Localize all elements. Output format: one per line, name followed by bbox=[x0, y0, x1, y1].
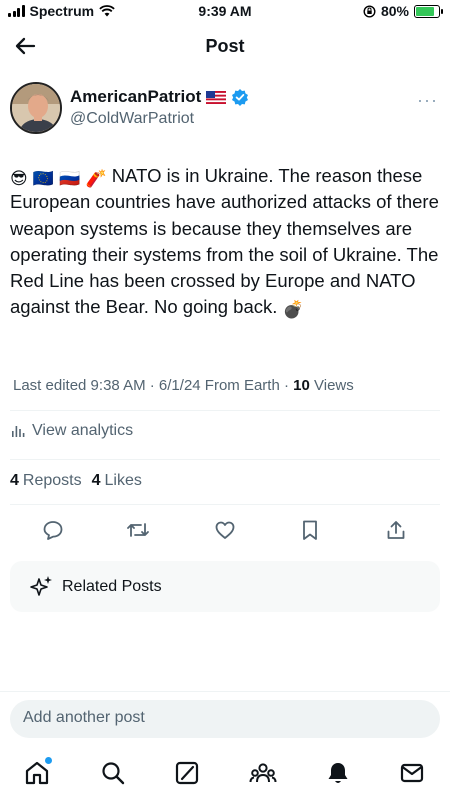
eu-flag-emoji: 🇪🇺 bbox=[32, 169, 55, 188]
russia-flag-emoji: 🇷🇺 bbox=[59, 169, 81, 188]
related-posts-label: Related Posts bbox=[62, 578, 162, 595]
tab-grok[interactable] bbox=[172, 758, 202, 788]
repost-button[interactable] bbox=[123, 515, 153, 545]
likes-count: 4 bbox=[91, 472, 101, 489]
bomb-emoji: 💣 bbox=[282, 300, 304, 320]
action-bar bbox=[0, 515, 450, 545]
display-name[interactable]: AmericanPatriot bbox=[70, 87, 201, 107]
tab-search[interactable] bbox=[98, 758, 128, 788]
likes-label: Likes bbox=[104, 472, 142, 489]
reply-icon bbox=[43, 521, 63, 540]
grok-icon bbox=[175, 761, 199, 785]
tab-messages[interactable] bbox=[397, 758, 427, 788]
reposts-label: Reposts bbox=[22, 472, 82, 489]
divider bbox=[0, 691, 450, 692]
name-row: AmericanPatriot bbox=[70, 87, 249, 107]
post-stats: 4 Reposts 4 Likes bbox=[10, 472, 142, 490]
avatar[interactable] bbox=[10, 82, 62, 134]
reply-button[interactable] bbox=[38, 515, 68, 545]
share-button[interactable] bbox=[381, 515, 411, 545]
us-flag-icon bbox=[206, 90, 227, 104]
avatar-image bbox=[12, 84, 60, 132]
bottom-tab-bar bbox=[0, 755, 450, 795]
divider bbox=[10, 504, 440, 505]
sparkle-icon bbox=[30, 576, 52, 596]
messages-icon bbox=[400, 763, 424, 783]
firecracker-emoji: 🧨 bbox=[85, 169, 107, 188]
sunglasses-emoji: 😎 bbox=[10, 169, 28, 188]
post-author: AmericanPatriot @ColdWarPatriot ··· bbox=[10, 82, 440, 138]
like-icon bbox=[215, 521, 235, 539]
related-posts-button[interactable]: Related Posts bbox=[10, 561, 440, 612]
battery-fill bbox=[416, 6, 434, 16]
share-icon bbox=[387, 521, 405, 539]
status-bar: Spectrum 9:39 AM 80% bbox=[0, 0, 450, 24]
reposts-stat[interactable]: 4 Reposts bbox=[10, 472, 82, 490]
add-another-post-input[interactable]: Add another post bbox=[10, 700, 440, 738]
view-analytics-button[interactable]: View analytics bbox=[11, 422, 133, 440]
bookmark-icon bbox=[303, 520, 317, 540]
author-handle[interactable]: @ColdWarPatriot bbox=[70, 110, 194, 128]
battery-percent: 80% bbox=[380, 3, 409, 19]
page-title: Post bbox=[205, 36, 245, 56]
repost-icon bbox=[127, 523, 149, 537]
header: Post bbox=[0, 28, 450, 64]
communities-icon bbox=[249, 763, 277, 783]
analytics-icon bbox=[12, 426, 25, 437]
likes-stat[interactable]: 4 Likes bbox=[92, 472, 142, 490]
tab-notifications[interactable] bbox=[323, 758, 353, 788]
reposts-count: 4 bbox=[10, 472, 19, 489]
edited-timestamp[interactable]: Last edited 9:38 AM · 6/1/24 bbox=[13, 377, 201, 394]
notification-dot bbox=[45, 757, 52, 764]
tab-communities[interactable] bbox=[248, 758, 278, 788]
like-button[interactable] bbox=[210, 515, 240, 545]
tab-home[interactable] bbox=[22, 757, 52, 788]
post-meta: Last edited 9:38 AM · 6/1/24 From Earth … bbox=[13, 377, 354, 394]
more-options-icon[interactable]: ··· bbox=[417, 90, 438, 111]
post-text: 😎 🇪🇺 🇷🇺 🧨 NATO is in Ukraine. The reason… bbox=[10, 163, 442, 321]
analytics-label: View analytics bbox=[32, 422, 134, 439]
views-count: 10 bbox=[293, 377, 310, 394]
verified-badge-icon[interactable] bbox=[231, 88, 249, 106]
divider bbox=[10, 410, 440, 411]
divider bbox=[10, 459, 440, 460]
meta-separator: · bbox=[283, 377, 289, 394]
search-icon bbox=[102, 762, 125, 785]
battery-icon bbox=[414, 4, 443, 18]
home-icon bbox=[25, 761, 49, 785]
views-label: Views bbox=[314, 377, 354, 394]
location-text: From Earth bbox=[204, 377, 280, 394]
bookmark-button[interactable] bbox=[295, 515, 325, 545]
status-right: 80% bbox=[363, 3, 443, 19]
notifications-icon bbox=[328, 763, 348, 783]
orientation-lock-icon bbox=[363, 4, 376, 18]
